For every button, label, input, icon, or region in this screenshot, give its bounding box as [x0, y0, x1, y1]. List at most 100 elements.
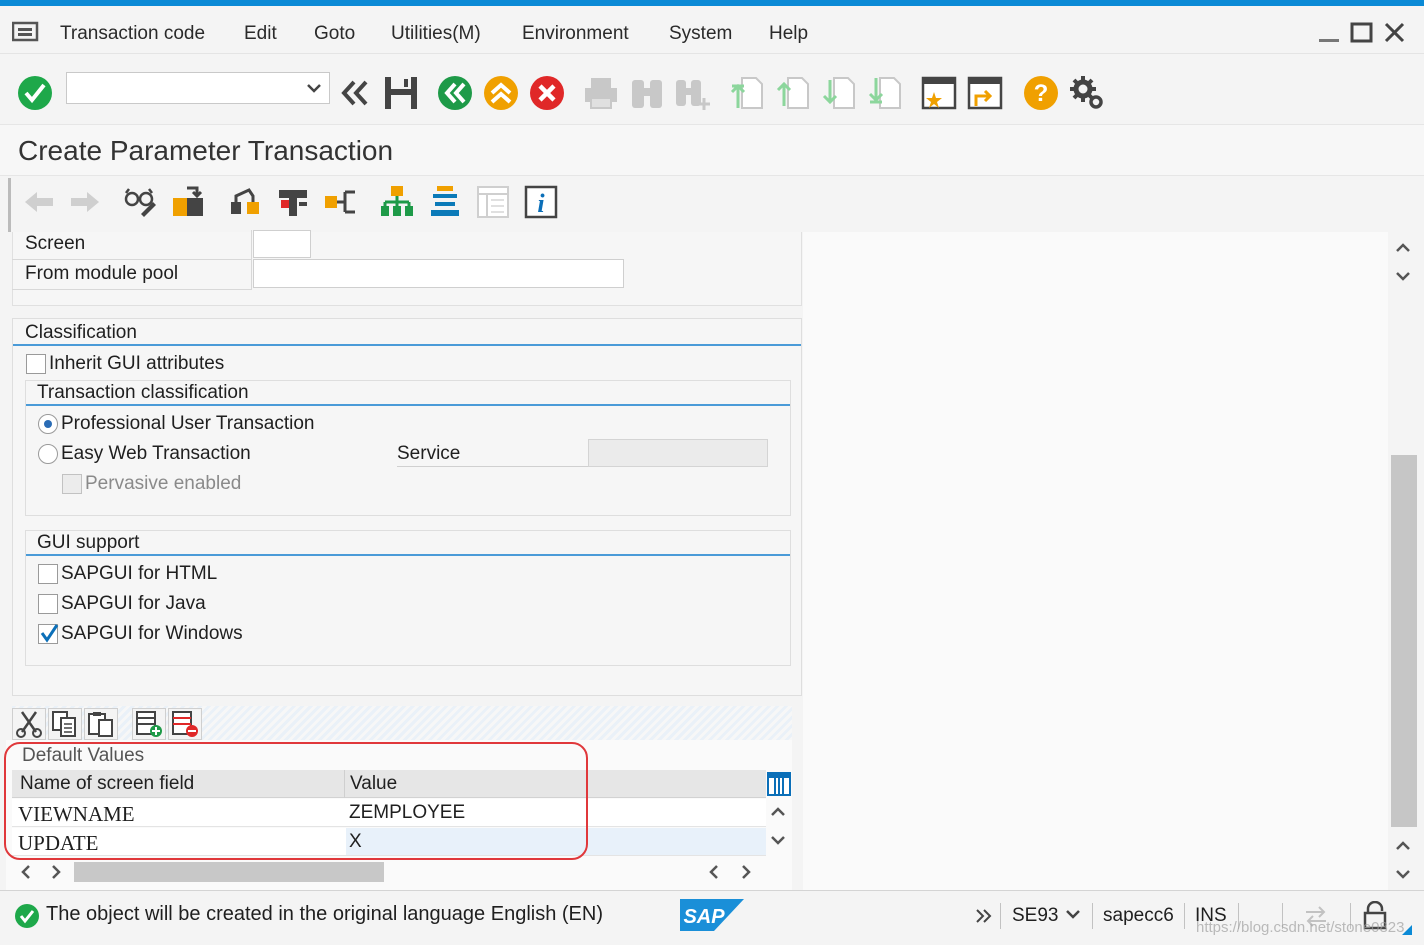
- sapgui-windows-label: SAPGUI for Windows: [61, 623, 243, 644]
- screen-label-cell: Screen: [12, 230, 252, 260]
- other-object-icon[interactable]: [171, 184, 207, 220]
- insert-row-icon[interactable]: [132, 708, 166, 740]
- enter-icon[interactable]: [16, 74, 54, 112]
- pervasive-enabled-label: Pervasive enabled: [85, 473, 242, 494]
- settings-icon[interactable]: [1068, 74, 1106, 112]
- professional-user-radio[interactable]: [38, 414, 58, 434]
- sapgui-html-checkbox[interactable]: [38, 564, 58, 584]
- menu-edit[interactable]: Edit: [244, 23, 277, 45]
- menu-goto[interactable]: Goto: [314, 23, 355, 45]
- command-field[interactable]: [66, 72, 330, 104]
- svg-text:SAP: SAP: [683, 906, 725, 928]
- svg-text:i: i: [537, 189, 545, 218]
- scroll-left-icon[interactable]: [14, 860, 38, 884]
- new-session-icon[interactable]: [920, 74, 958, 112]
- menu-system[interactable]: System: [669, 23, 732, 45]
- table-horizontal-scrollbar[interactable]: [6, 858, 792, 888]
- status-message[interactable]: The object will be created in the origin…: [46, 903, 603, 926]
- vertical-scroll-thumb[interactable]: [1391, 455, 1417, 827]
- service-field[interactable]: [588, 439, 768, 467]
- hierarchy-branch-icon[interactable]: [323, 184, 359, 220]
- classification-divider: [13, 344, 801, 346]
- module-pool-field[interactable]: [253, 259, 624, 288]
- sapgui-java-checkbox[interactable]: [38, 594, 58, 614]
- align-list-icon[interactable]: [427, 184, 463, 220]
- help-icon[interactable]: ?: [1022, 74, 1060, 112]
- scroll-up-icon[interactable]: [1391, 834, 1415, 858]
- check-icon[interactable]: [227, 184, 263, 220]
- sapgui-java-label: SAPGUI for Java: [61, 593, 206, 614]
- back-icon[interactable]: [436, 74, 474, 112]
- first-page-icon[interactable]: [728, 74, 766, 112]
- checkmark-icon: [40, 624, 59, 643]
- scroll-right-icon[interactable]: [734, 860, 758, 884]
- previous-page-icon[interactable]: [774, 74, 812, 112]
- table-scroll-down-icon[interactable]: [766, 828, 790, 852]
- chevron-down-icon[interactable]: [305, 79, 323, 97]
- save-icon[interactable]: [382, 74, 420, 112]
- copy-icon[interactable]: [48, 708, 82, 740]
- paste-icon[interactable]: [84, 708, 118, 740]
- easy-web-radio[interactable]: [38, 444, 58, 464]
- status-separator: [1000, 903, 1001, 929]
- screen-label: Screen: [25, 233, 86, 254]
- scroll-down-icon[interactable]: [1391, 264, 1415, 288]
- minimize-icon[interactable]: [1316, 22, 1342, 44]
- transaction-code-label[interactable]: SE93: [1012, 905, 1058, 927]
- find-next-icon[interactable]: [674, 74, 712, 112]
- display-change-icon[interactable]: [123, 184, 159, 220]
- empty-pane: [803, 232, 1388, 890]
- menu-help[interactable]: Help: [769, 23, 808, 45]
- scroll-left-icon[interactable]: [702, 860, 726, 884]
- screen-field[interactable]: [253, 230, 311, 258]
- next-page-icon[interactable]: [820, 74, 858, 112]
- table-toolbar: [12, 706, 202, 740]
- arrow-left-icon[interactable]: [21, 184, 57, 220]
- menu-environment[interactable]: Environment: [522, 23, 629, 45]
- last-page-icon[interactable]: [866, 74, 904, 112]
- scroll-down-icon[interactable]: [1391, 862, 1415, 886]
- double-chevron-left-icon[interactable]: [336, 74, 374, 112]
- scroll-up-icon[interactable]: [1391, 236, 1415, 260]
- maximize-icon[interactable]: [1349, 22, 1375, 44]
- cancel-icon[interactable]: [528, 74, 566, 112]
- arrow-right-icon[interactable]: [67, 184, 103, 220]
- chevron-down-icon[interactable]: [1064, 905, 1082, 925]
- layout-panel-icon[interactable]: [475, 184, 511, 220]
- status-separator: [1184, 903, 1185, 929]
- print-icon[interactable]: [582, 74, 620, 112]
- menu-utilities[interactable]: Utilities(M): [391, 23, 481, 45]
- service-label-underline: [397, 466, 588, 467]
- command-input[interactable]: [67, 73, 287, 103]
- horizontal-scroll-thumb[interactable]: [74, 862, 384, 882]
- exit-icon[interactable]: [482, 74, 520, 112]
- transaction-classification-title: Transaction classification: [37, 382, 249, 403]
- delete-row-icon[interactable]: [168, 708, 202, 740]
- menu-icon[interactable]: [11, 21, 40, 43]
- page-title: Create Parameter Transaction: [18, 135, 394, 166]
- pervasive-enabled-checkbox[interactable]: [62, 474, 82, 494]
- find-icon[interactable]: [628, 74, 666, 112]
- inherit-gui-checkbox[interactable]: [26, 354, 46, 374]
- double-chevron-right-icon[interactable]: [974, 905, 994, 927]
- transaction-classification-divider: [26, 404, 790, 406]
- inherit-gui-label: Inherit GUI attributes: [49, 353, 225, 374]
- application-toolbar: i: [8, 178, 1418, 232]
- info-icon[interactable]: i: [523, 184, 559, 220]
- sapgui-windows-checkbox[interactable]: [38, 624, 59, 644]
- sapgui-html-label: SAPGUI for HTML: [61, 563, 218, 584]
- success-icon: [14, 903, 40, 929]
- shortcut-icon[interactable]: [966, 74, 1004, 112]
- scroll-right-icon[interactable]: [44, 860, 68, 884]
- classification-title: Classification: [25, 322, 137, 343]
- close-icon[interactable]: [1382, 22, 1408, 44]
- status-bar: The object will be created in the origin…: [0, 890, 1424, 945]
- cut-icon[interactable]: [12, 708, 46, 740]
- table-scroll-up-icon[interactable]: [766, 800, 790, 824]
- svg-text:?: ?: [1034, 80, 1049, 107]
- column-settings-icon[interactable]: [766, 770, 792, 798]
- menu-transaction-code[interactable]: Transaction code: [60, 23, 205, 45]
- org-chart-icon[interactable]: [379, 184, 415, 220]
- where-used-icon[interactable]: [275, 184, 311, 220]
- easy-web-label: Easy Web Transaction: [61, 443, 251, 464]
